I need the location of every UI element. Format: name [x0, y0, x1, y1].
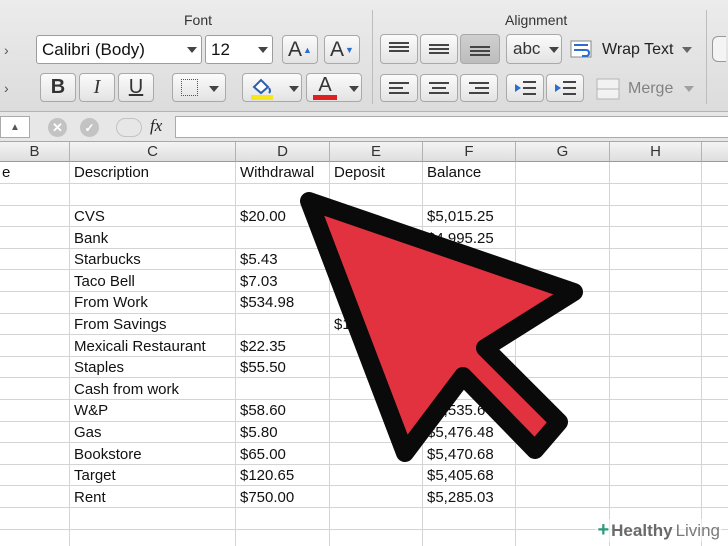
pointer-arrow-overlay — [300, 192, 583, 462]
pointer-arrow-icon — [300, 192, 583, 462]
watermark: + Healthy Living — [595, 519, 722, 542]
watermark-suffix: Living — [675, 520, 720, 540]
plus-logo-icon: + — [597, 519, 610, 541]
watermark-brand: Healthy — [611, 520, 673, 540]
